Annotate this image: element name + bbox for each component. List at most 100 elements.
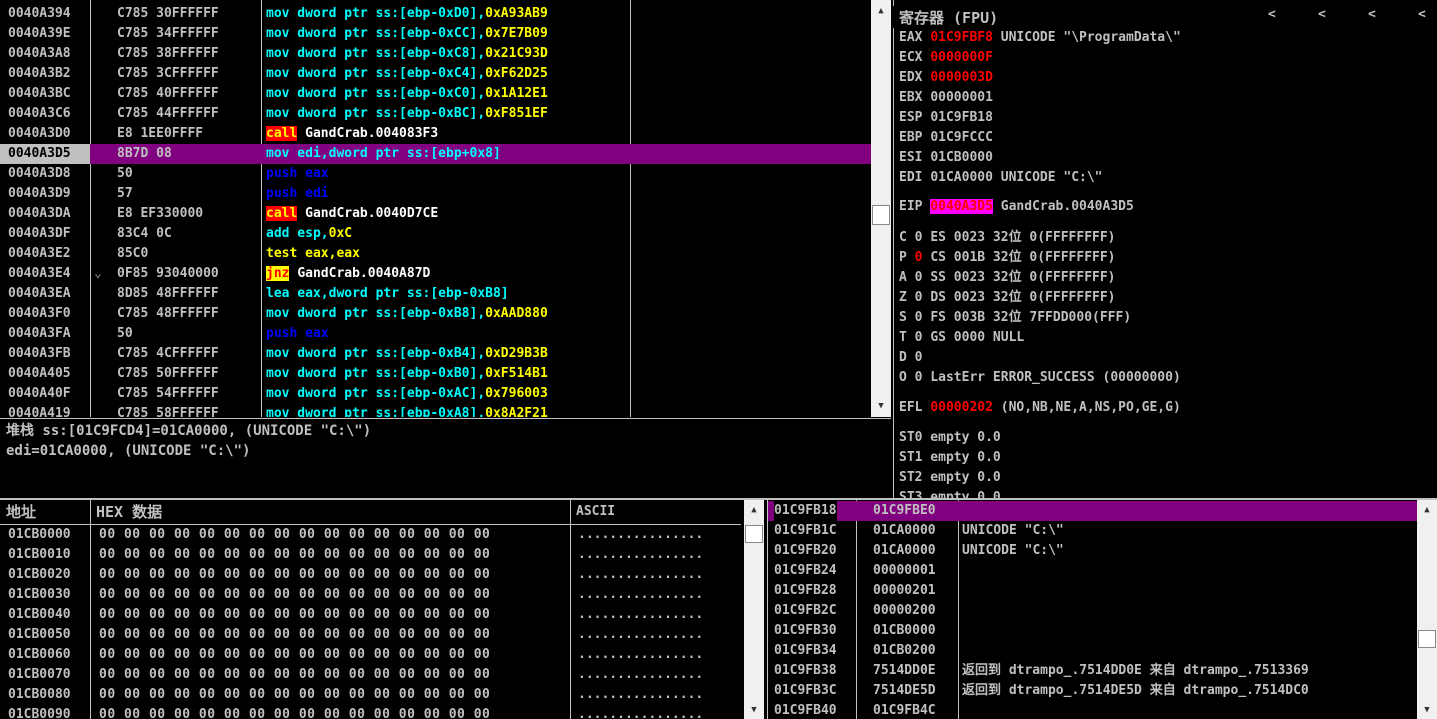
scroll-up-arrow-icon[interactable]: ▲	[744, 503, 764, 517]
register-ebx[interactable]: EBX 00000001	[899, 88, 993, 108]
disasm-row[interactable]: 0040A3E2 85C0 test eax,eax	[0, 244, 871, 264]
stack-value[interactable]: 7514DE5D	[873, 681, 936, 701]
dump-hex-bytes[interactable]: 00 00 00 00 00 00 00 00 00 00 00 00 00 0…	[99, 645, 490, 665]
stack-row[interactable]: 01C9FB34 01CB0200	[768, 641, 1437, 661]
flag-value[interactable]: 0	[915, 250, 923, 265]
stack-row[interactable]: 01C9FB2C 00000200	[768, 601, 1437, 621]
dump-hex-bytes[interactable]: 00 00 00 00 00 00 00 00 00 00 00 00 00 0…	[99, 545, 490, 565]
register-eax[interactable]: EAX 01C9FBF8 UNICODE "\ProgramData\"	[899, 28, 1181, 48]
dump-hex-bytes[interactable]: 00 00 00 00 00 00 00 00 00 00 00 00 00 0…	[99, 685, 490, 705]
stack-value[interactable]: 01CA0000	[873, 541, 936, 561]
register-value[interactable]: 01CB0000	[930, 150, 993, 165]
dump-row[interactable]: 01CB0010 00 00 00 00 00 00 00 00 00 00 00…	[0, 545, 763, 565]
scroll-up-arrow-icon[interactable]: ▲	[871, 4, 891, 18]
stack-value[interactable]: 00000200	[873, 601, 936, 621]
flag-row[interactable]: A 0 SS 0023 32位 0(FFFFFFFF)	[899, 268, 1116, 288]
disasm-row[interactable]: 0040A3EA 8D85 48FFFFFF lea eax,dword ptr s…	[0, 284, 871, 304]
stack-row[interactable]: 01C9FB1C 01CA0000 UNICODE "C:\"	[768, 521, 1437, 541]
dump-row[interactable]: 01CB0000 00 00 00 00 00 00 00 00 00 00 00…	[0, 525, 763, 545]
dump-ascii[interactable]: ................	[578, 565, 703, 585]
register-efl[interactable]: EFL 00000202 (NO,NB,NE,A,NS,PO,GE,G)	[899, 398, 1181, 418]
stack-pane[interactable]: 01C9FB18 01C9FBE0 01C9FB1C 01CA0000 UNICODE …	[767, 500, 1437, 719]
dump-ascii[interactable]: ................	[578, 625, 703, 645]
register-ebp[interactable]: EBP 01C9FCCC	[899, 128, 993, 148]
register-eip[interactable]: EIP 0040A3D5 GandCrab.0040A3D5	[899, 197, 1134, 217]
stack-scrollbar[interactable]: ▲ ▼	[1417, 500, 1437, 719]
fpu-register[interactable]: ST2 empty 0.0	[899, 468, 1001, 488]
disasm-row[interactable]: 0040A3E4 ⌄ 0F85 93040000 jnz GandCrab.0040A…	[0, 264, 871, 284]
fpu-register[interactable]: ST1 empty 0.0	[899, 448, 1001, 468]
dump-row[interactable]: 01CB0050 00 00 00 00 00 00 00 00 00 00 00…	[0, 625, 763, 645]
dump-ascii[interactable]: ................	[578, 525, 703, 545]
dump-row[interactable]: 01CB0030 00 00 00 00 00 00 00 00 00 00 00…	[0, 585, 763, 605]
disasm-row[interactable]: 0040A405 C785 50FFFFFF mov dword ptr ss:[e…	[0, 364, 871, 384]
flag-row[interactable]: O 0 LastErr ERROR_SUCCESS (00000000)	[899, 368, 1181, 388]
dump-hex-bytes[interactable]: 00 00 00 00 00 00 00 00 00 00 00 00 00 0…	[99, 565, 490, 585]
flag-row[interactable]: S 0 FS 003B 32位 7FFDD000(FFF)	[899, 308, 1131, 328]
disasm-row[interactable]: 0040A3BC C785 40FFFFFF mov dword ptr ss:[e…	[0, 84, 871, 104]
disasm-row[interactable]: 0040A3F0 C785 48FFFFFF mov dword ptr ss:[e…	[0, 304, 871, 324]
disassembly-pane[interactable]: 0040A394 C785 30FFFFFF mov dword ptr ss:[e…	[0, 0, 871, 417]
disasm-row[interactable]: 0040A3A8 C785 38FFFFFF mov dword ptr ss:[e…	[0, 44, 871, 64]
fpu-register[interactable]: ST0 empty 0.0	[899, 428, 1001, 448]
stack-value[interactable]: 01C9FBE0	[873, 501, 936, 521]
flag-value[interactable]: 0	[915, 230, 923, 245]
disasm-row[interactable]: 0040A3FB C785 4CFFFFFF mov dword ptr ss:[e…	[0, 344, 871, 364]
flag-row[interactable]: Z 0 DS 0023 32位 0(FFFFFFFF)	[899, 288, 1116, 308]
panel-arrow-icon[interactable]: <	[1268, 7, 1276, 22]
dump-hex-bytes[interactable]: 00 00 00 00 00 00 00 00 00 00 00 00 00 0…	[99, 625, 490, 645]
register-value[interactable]: 01CA0000	[930, 170, 993, 185]
stack-value[interactable]: 01CB0200	[873, 641, 936, 661]
disasm-row[interactable]: 0040A3B2 C785 3CFFFFFF mov dword ptr ss:[e…	[0, 64, 871, 84]
register-edi[interactable]: EDI 01CA0000 UNICODE "C:\"	[899, 168, 1103, 188]
register-value[interactable]: 0000003D	[930, 70, 993, 85]
dump-hex-bytes[interactable]: 00 00 00 00 00 00 00 00 00 00 00 00 00 0…	[99, 665, 490, 685]
disasm-row[interactable]: 0040A419 C785 58FFFFFF mov dword ptr ss:[e…	[0, 404, 871, 417]
dump-scrollbar[interactable]: ▲ ▼	[744, 500, 764, 719]
dump-row[interactable]: 01CB0020 00 00 00 00 00 00 00 00 00 00 00…	[0, 565, 763, 585]
stack-row[interactable]: 01C9FB38 7514DD0E 返回到 dtrampo_.7514DD0E 来自…	[768, 661, 1437, 681]
registers-pane[interactable]: 寄存器 (FPU) < < < < EAX 01C9FBF8 UNICODE "…	[893, 0, 1437, 500]
register-edx[interactable]: EDX 0000003D	[899, 68, 993, 88]
dump-row[interactable]: 01CB0070 00 00 00 00 00 00 00 00 00 00 00…	[0, 665, 763, 685]
flag-value[interactable]: 0	[915, 350, 923, 365]
disasm-row[interactable]: 0040A394 C785 30FFFFFF mov dword ptr ss:[e…	[0, 4, 871, 24]
flag-value[interactable]: 0	[915, 370, 923, 385]
dump-header-hex[interactable]: HEX 数据	[91, 500, 571, 525]
dump-header-ascii[interactable]: ASCII	[571, 500, 741, 525]
disasm-row[interactable]: 0040A3D8 50 push eax	[0, 164, 871, 184]
stack-value[interactable]: 00000201	[873, 581, 936, 601]
disasm-row[interactable]: 0040A3D5 8B7D 08 mov edi,dword ptr ss:[ebp…	[0, 144, 871, 164]
disasm-row[interactable]: 0040A3C6 C785 44FFFFFF mov dword ptr ss:[e…	[0, 104, 871, 124]
stack-row[interactable]: 01C9FB24 00000001	[768, 561, 1437, 581]
stack-row[interactable]: 01C9FB3C 7514DE5D 返回到 dtrampo_.7514DE5D 来自…	[768, 681, 1437, 701]
register-value[interactable]: 01C9FBF8	[930, 30, 993, 45]
dump-row[interactable]: 01CB0040 00 00 00 00 00 00 00 00 00 00 00…	[0, 605, 763, 625]
register-value[interactable]: 01C9FB18	[930, 110, 993, 125]
register-value[interactable]: 00000001	[930, 90, 993, 105]
flag-row[interactable]: D 0	[899, 348, 922, 368]
disassembly-scrollbar[interactable]: ▲ ▼	[871, 0, 891, 417]
panel-arrow-icon[interactable]: <	[1318, 7, 1326, 22]
dump-ascii[interactable]: ................	[578, 665, 703, 685]
stack-row[interactable]: 01C9FB20 01CA0000 UNICODE "C:\"	[768, 541, 1437, 561]
panel-arrow-icon[interactable]: <	[1418, 7, 1426, 22]
stack-row[interactable]: 01C9FB28 00000201	[768, 581, 1437, 601]
dump-ascii[interactable]: ................	[578, 645, 703, 665]
dump-hex-bytes[interactable]: 00 00 00 00 00 00 00 00 00 00 00 00 00 0…	[99, 605, 490, 625]
disasm-row[interactable]: 0040A40F C785 54FFFFFF mov dword ptr ss:[e…	[0, 384, 871, 404]
pane-divider[interactable]	[0, 498, 1437, 500]
disasm-row[interactable]: 0040A3D9 57 push edi	[0, 184, 871, 204]
dump-row[interactable]: 01CB0090 00 00 00 00 00 00 00 00 00 00 00…	[0, 705, 763, 719]
scroll-down-arrow-icon[interactable]: ▼	[1417, 703, 1437, 717]
scroll-thumb[interactable]	[745, 525, 763, 543]
flag-value[interactable]: 0	[915, 290, 923, 305]
stack-row[interactable]: 01C9FB30 01CB0000	[768, 621, 1437, 641]
dump-header-address[interactable]: 地址	[0, 500, 91, 525]
register-value[interactable]: 0000000F	[930, 50, 993, 65]
disasm-row[interactable]: 0040A3D0 E8 1EE0FFFF call GandCrab.004083F…	[0, 124, 871, 144]
disasm-row[interactable]: 0040A3FA 50 push eax	[0, 324, 871, 344]
dump-ascii[interactable]: ................	[578, 545, 703, 565]
register-ecx[interactable]: ECX 0000000F	[899, 48, 993, 68]
scroll-thumb[interactable]	[872, 205, 890, 225]
